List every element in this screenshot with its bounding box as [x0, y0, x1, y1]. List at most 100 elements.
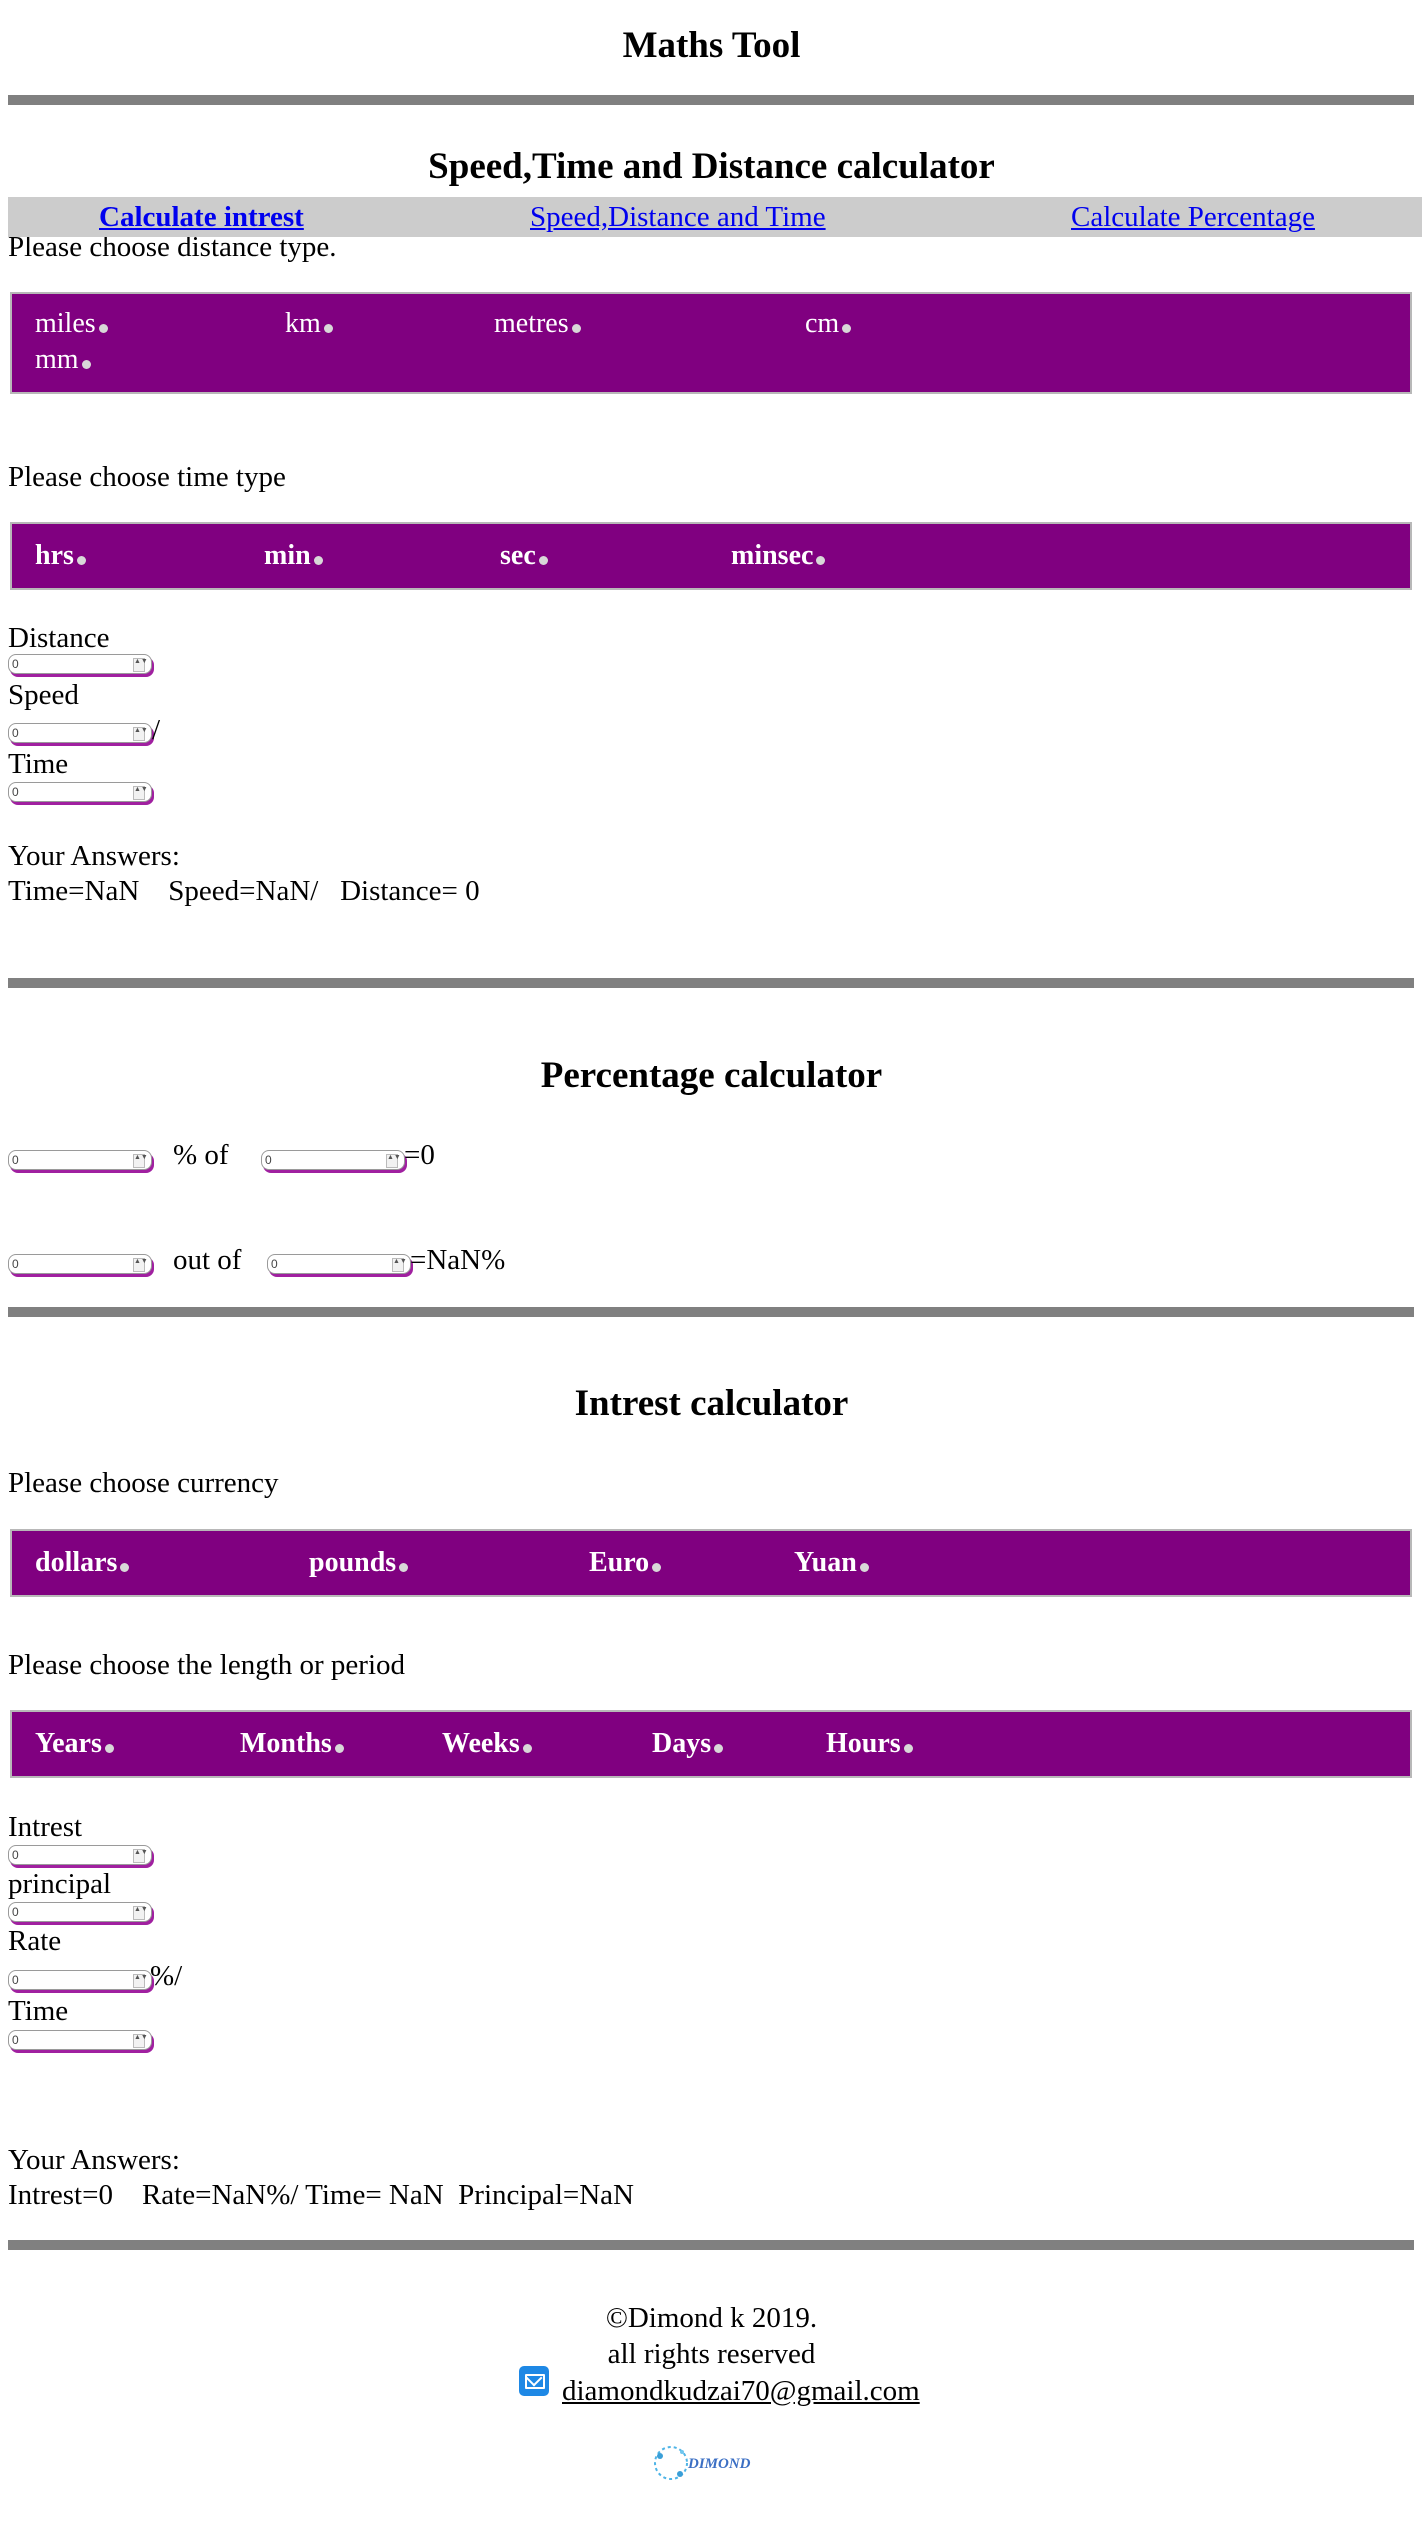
currency-options: dollars pounds Euro Yuan: [10, 1529, 1412, 1597]
radio-icon[interactable]: [399, 1563, 409, 1573]
time-prompt: Please choose time type: [8, 461, 286, 493]
outof-input-a[interactable]: 0 ▲▼: [8, 1254, 152, 1274]
interest-answers: Intrest=0 Rate=NaN%/ Time= NaN Principal…: [8, 2179, 634, 2211]
radio-icon[interactable]: [334, 1744, 344, 1754]
percent-of-label: % of: [173, 1139, 229, 1171]
svg-text:DIMOND: DIMOND: [687, 2456, 751, 2472]
radio-icon[interactable]: [76, 556, 86, 566]
email-link[interactable]: diamondkudzai70@gmail.com: [562, 2375, 920, 2408]
speed-section-title: Speed,Time and Distance calculator: [428, 146, 995, 187]
currency-option-euro[interactable]: Euro: [589, 1549, 662, 1577]
nav-bar: Calculate intrest Speed,Distance and Tim…: [8, 197, 1422, 237]
rate-label: Rate: [8, 1925, 62, 1957]
time-option-hrs[interactable]: hrs: [35, 542, 86, 570]
interest-section-title: Intrest calculator: [574, 1383, 849, 1424]
time-label: Time: [8, 748, 69, 780]
spinner-icon[interactable]: ▲▼: [386, 1154, 401, 1168]
spinner-icon[interactable]: ▲▼: [133, 727, 148, 741]
spinner-icon[interactable]: ▲▼: [133, 1849, 148, 1863]
principal-label: principal: [8, 1868, 112, 1900]
radio-icon[interactable]: [522, 1744, 532, 1754]
nav-link-intrest[interactable]: Calculate intrest: [99, 201, 304, 234]
period-option-weeks[interactable]: Weeks: [442, 1730, 532, 1758]
spinner-icon[interactable]: ▲▼: [133, 1154, 148, 1168]
spinner-icon[interactable]: ▲▼: [392, 1258, 407, 1272]
answers-label: Your Answers:: [8, 840, 180, 872]
distance-prompt: Please choose distance type.: [8, 231, 337, 263]
radio-icon[interactable]: [104, 1744, 114, 1754]
percent-input-a[interactable]: 0 ▲▼: [8, 1150, 152, 1170]
time-option-sec[interactable]: sec: [500, 542, 548, 570]
radio-icon[interactable]: [842, 324, 852, 334]
distance-label: Distance: [8, 622, 110, 654]
outof-result: =NaN%: [410, 1244, 506, 1276]
interest-answers-label: Your Answers:: [8, 2144, 180, 2176]
spinner-icon[interactable]: ▲▼: [133, 2034, 148, 2048]
radio-icon[interactable]: [98, 324, 108, 334]
radio-icon[interactable]: [859, 1563, 869, 1573]
period-option-months[interactable]: Months: [240, 1730, 344, 1758]
time-option-minsec[interactable]: minsec: [731, 542, 826, 570]
radio-icon[interactable]: [81, 360, 91, 370]
rights-reserved: all rights reserved: [607, 2338, 816, 2371]
outof-input-b[interactable]: 0 ▲▼: [267, 1254, 411, 1274]
speed-input[interactable]: 0 ▲▼: [8, 723, 152, 743]
interest-time-label: Time: [8, 1995, 69, 2027]
distance-input[interactable]: 0 ▲▼: [8, 654, 152, 674]
distance-option-cm[interactable]: cm: [805, 310, 852, 338]
percent-result: =0: [404, 1139, 435, 1171]
page: Maths Tool Speed,Time and Distance calcu…: [0, 0, 1423, 2522]
copyright: ©Dimond k 2019.: [605, 2302, 818, 2334]
spinner-icon[interactable]: ▲▼: [133, 786, 148, 800]
currency-option-yuan[interactable]: Yuan: [794, 1549, 869, 1577]
rate-suffix: %/: [150, 1960, 183, 1992]
principal-input[interactable]: 0 ▲▼: [8, 1902, 152, 1922]
radio-icon[interactable]: [571, 324, 581, 334]
divider: [8, 978, 1414, 988]
period-option-years[interactable]: Years: [35, 1730, 114, 1758]
radio-icon[interactable]: [538, 556, 548, 566]
divider: [8, 1307, 1414, 1317]
radio-icon[interactable]: [903, 1744, 913, 1754]
time-input[interactable]: 0 ▲▼: [8, 782, 152, 802]
intrest-input[interactable]: 0 ▲▼: [8, 1845, 152, 1865]
footer: ©Dimond k 2019. all rights reserved: [0, 2300, 1423, 2373]
period-option-hours[interactable]: Hours: [826, 1730, 913, 1758]
currency-option-dollars[interactable]: dollars: [35, 1549, 130, 1577]
speed-suffix: /: [152, 714, 161, 746]
radio-icon[interactable]: [714, 1744, 724, 1754]
percentage-section-title: Percentage calculator: [540, 1055, 883, 1096]
outof-label: out of: [173, 1244, 242, 1276]
interest-time-input[interactable]: 0 ▲▼: [8, 2030, 152, 2050]
radio-icon[interactable]: [652, 1563, 662, 1573]
time-option-min[interactable]: min: [264, 542, 323, 570]
divider: [8, 2240, 1414, 2250]
radio-icon[interactable]: [816, 556, 826, 566]
spinner-icon[interactable]: ▲▼: [133, 1258, 148, 1272]
radio-icon[interactable]: [323, 324, 333, 334]
rate-input[interactable]: 0 ▲▼: [8, 1970, 152, 1990]
period-options: Years Months Weeks Days Hours: [10, 1710, 1412, 1778]
intrest-label: Intrest: [8, 1811, 83, 1843]
spinner-icon[interactable]: ▲▼: [133, 1974, 148, 1988]
page-title: Maths Tool: [622, 25, 801, 66]
spinner-icon[interactable]: ▲▼: [133, 1906, 148, 1920]
spinner-icon[interactable]: ▲▼: [133, 658, 148, 672]
radio-icon[interactable]: [120, 1563, 130, 1573]
radio-icon[interactable]: [313, 556, 323, 566]
speed-answers: Time=NaN Speed=NaN/ Distance= 0: [8, 875, 480, 907]
currency-prompt: Please choose currency: [8, 1467, 279, 1499]
period-option-days[interactable]: Days: [652, 1730, 724, 1758]
currency-option-pounds[interactable]: pounds: [309, 1549, 409, 1577]
mail-icon: [519, 2366, 549, 2401]
speed-label: Speed: [8, 679, 79, 711]
distance-option-km[interactable]: km: [285, 310, 333, 338]
distance-option-mm[interactable]: mm: [35, 346, 91, 374]
percent-input-b[interactable]: 0 ▲▼: [261, 1150, 405, 1170]
nav-link-percentage[interactable]: Calculate Percentage: [1071, 201, 1315, 234]
divider: [8, 95, 1414, 105]
distance-option-miles[interactable]: miles: [35, 310, 108, 338]
distance-option-metres[interactable]: metres: [494, 310, 581, 338]
nav-link-speed[interactable]: Speed,Distance and Time: [530, 201, 826, 234]
distance-type-options: miles km metres cm mm: [10, 292, 1412, 394]
